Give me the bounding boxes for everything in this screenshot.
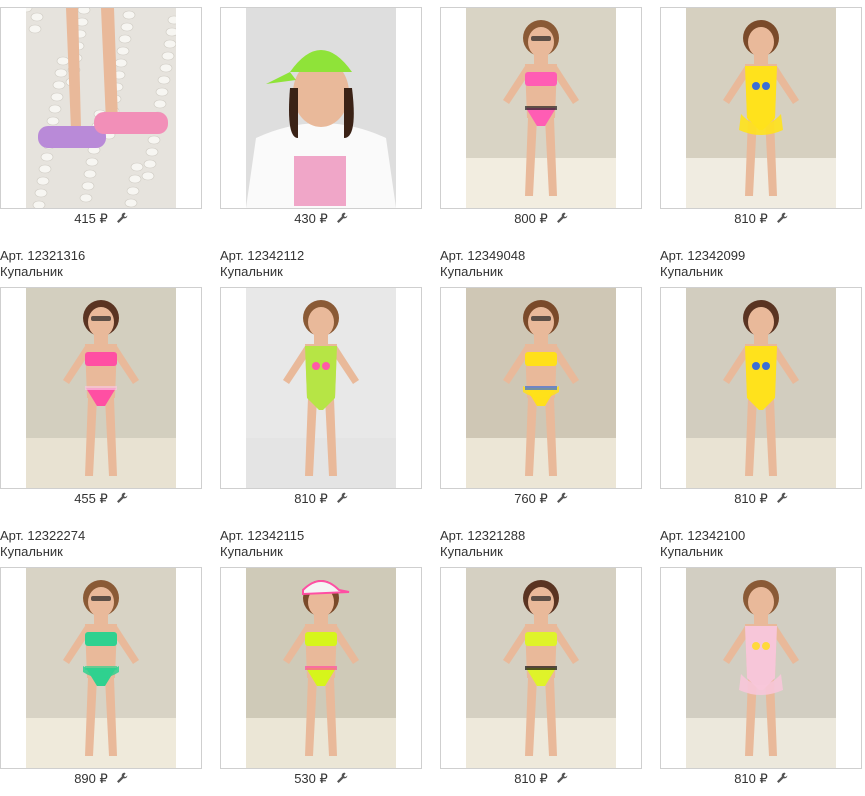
product-image-frame[interactable] [440, 7, 642, 209]
product-price: 810 ₽ [734, 491, 768, 506]
product-sku: Арт. 12342100 [660, 528, 746, 543]
price-line: 455 ₽ [0, 490, 202, 508]
product-price: 760 ₽ [514, 491, 548, 506]
product-meta: Арт. 12321288 Купальник [440, 528, 525, 560]
price-line: 810 ₽ [660, 210, 862, 228]
wrench-icon[interactable] [776, 211, 788, 223]
product-card[interactable]: 890 ₽ [0, 567, 202, 788]
product-price: 810 ₽ [514, 771, 548, 786]
product-category: Купальник [0, 264, 63, 279]
product-image-frame[interactable] [220, 567, 422, 769]
product-price: 800 ₽ [514, 211, 548, 226]
catalog-grid-page: { "currency": "₽", "colors": { "border":… [0, 0, 865, 796]
product-category: Купальник [220, 544, 283, 559]
price-line: 760 ₽ [440, 490, 642, 508]
product-image-frame[interactable] [440, 287, 642, 489]
product-image-frame[interactable] [660, 287, 862, 489]
product-sku: Арт. 12321288 [440, 528, 526, 543]
product-price: 430 ₽ [294, 211, 328, 226]
product-card[interactable]: 810 ₽ Арт. 12342115 Купальник [220, 287, 422, 559]
product-card[interactable]: 415 ₽ Арт. 12321316 Купальник [0, 7, 202, 279]
price-line: 810 ₽ [660, 490, 862, 508]
product-sku: Арт. 12342115 [220, 528, 305, 543]
product-meta: Арт. 12321316 Купальник [0, 248, 85, 280]
product-sku: Арт. 12321316 [0, 248, 86, 263]
product-price: 810 ₽ [734, 211, 768, 226]
product-photo[interactable] [246, 568, 396, 768]
wrench-icon[interactable] [336, 211, 348, 223]
product-sku: Арт. 12349048 [440, 248, 526, 263]
wrench-icon[interactable] [556, 491, 568, 503]
product-meta: Арт. 12342099 Купальник [660, 248, 745, 280]
product-photo[interactable] [246, 8, 396, 208]
product-price: 890 ₽ [74, 771, 108, 786]
product-meta: Арт. 12342100 Купальник [660, 528, 745, 560]
product-price: 455 ₽ [74, 491, 108, 506]
wrench-icon[interactable] [336, 491, 348, 503]
product-photo[interactable] [686, 8, 836, 208]
product-meta: Арт. 12349048 Купальник [440, 248, 525, 280]
product-photo[interactable] [686, 288, 836, 488]
product-photo[interactable] [466, 568, 616, 768]
product-image-frame[interactable] [0, 287, 202, 489]
product-meta: Арт. 12342115 Купальник [220, 528, 304, 560]
product-image-frame[interactable] [660, 7, 862, 209]
price-line: 810 ₽ [660, 770, 862, 788]
product-photo[interactable] [26, 568, 176, 768]
product-category: Купальник [0, 544, 63, 559]
product-photo[interactable] [26, 8, 176, 208]
product-photo[interactable] [686, 568, 836, 768]
product-meta: Арт. 12342112 Купальник [220, 248, 304, 280]
product-category: Купальник [220, 264, 283, 279]
product-meta: Арт. 12322274 Купальник [0, 528, 85, 560]
wrench-icon[interactable] [556, 771, 568, 783]
product-photo[interactable] [466, 8, 616, 208]
price-line: 800 ₽ [440, 210, 642, 228]
price-line: 430 ₽ [220, 210, 422, 228]
product-image-frame[interactable] [660, 567, 862, 769]
product-image-frame[interactable] [0, 7, 202, 209]
price-line: 890 ₽ [0, 770, 202, 788]
product-card[interactable]: 455 ₽ Арт. 12322274 Купальник [0, 287, 202, 559]
price-line: 530 ₽ [220, 770, 422, 788]
wrench-icon[interactable] [556, 211, 568, 223]
product-category: Купальник [660, 264, 723, 279]
product-category: Купальник [660, 544, 723, 559]
product-card[interactable]: 810 ₽ Арт. 12342099 Купальник [660, 7, 862, 279]
product-price: 530 ₽ [294, 771, 328, 786]
product-price: 810 ₽ [734, 771, 768, 786]
product-sku: Арт. 12322274 [0, 528, 86, 543]
product-photo[interactable] [26, 288, 176, 488]
product-price: 415 ₽ [74, 211, 108, 226]
product-card[interactable]: 530 ₽ [220, 567, 422, 788]
price-line: 810 ₽ [440, 770, 642, 788]
product-card[interactable]: 430 ₽ Арт. 12342112 Купальник [220, 7, 422, 279]
product-category: Купальник [440, 544, 503, 559]
product-card[interactable]: 760 ₽ Арт. 12321288 Купальник [440, 287, 642, 559]
wrench-icon[interactable] [336, 771, 348, 783]
product-image-frame[interactable] [220, 287, 422, 489]
product-photo[interactable] [246, 288, 396, 488]
wrench-icon[interactable] [116, 211, 128, 223]
product-image-frame[interactable] [440, 567, 642, 769]
product-sku: Арт. 12342099 [660, 248, 746, 263]
product-card[interactable]: 800 ₽ Арт. 12349048 Купальник [440, 7, 642, 279]
product-category: Купальник [440, 264, 503, 279]
product-image-frame[interactable] [0, 567, 202, 769]
wrench-icon[interactable] [776, 491, 788, 503]
product-card[interactable]: 810 ₽ [440, 567, 642, 788]
product-sku: Арт. 12342112 [220, 248, 305, 263]
product-image-frame[interactable] [220, 7, 422, 209]
product-photo[interactable] [466, 288, 616, 488]
product-price: 810 ₽ [294, 491, 328, 506]
price-line: 810 ₽ [220, 490, 422, 508]
wrench-icon[interactable] [116, 771, 128, 783]
wrench-icon[interactable] [776, 771, 788, 783]
product-card[interactable]: 810 ₽ [660, 567, 862, 788]
price-line: 415 ₽ [0, 210, 202, 228]
product-card[interactable]: 810 ₽ Арт. 12342100 Купальник [660, 287, 862, 559]
wrench-icon[interactable] [116, 491, 128, 503]
